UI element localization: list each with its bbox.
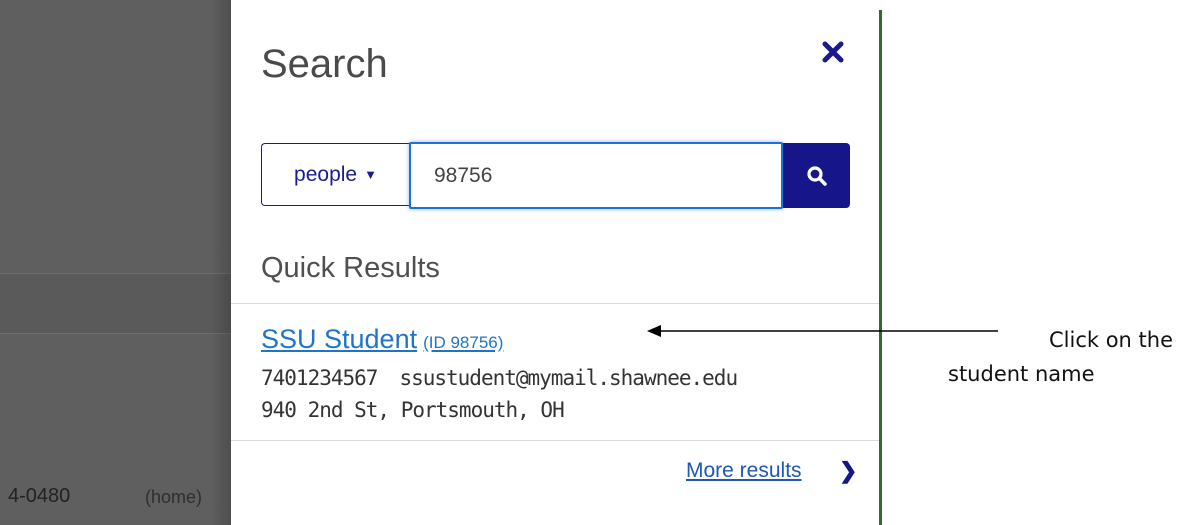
panel-right-border [879, 10, 882, 525]
divider [231, 303, 879, 304]
caret-down-icon: ▼ [364, 167, 377, 182]
divider [231, 440, 879, 441]
annotation-line-2: student name [948, 362, 1095, 386]
annotation-arrow-icon [647, 325, 998, 337]
result-name-text: SSU Student [261, 324, 418, 354]
search-type-dropdown[interactable]: people ▼ [261, 143, 409, 206]
search-input[interactable] [409, 142, 783, 209]
search-button[interactable] [783, 143, 850, 208]
background-divider [0, 273, 231, 274]
close-button[interactable] [817, 38, 849, 70]
more-results-link[interactable]: More results [686, 459, 802, 483]
result-id-label: (ID 98756) [423, 333, 504, 352]
close-icon [822, 41, 844, 63]
background-phone-number: 4-0480 [8, 485, 71, 507]
annotation-line-1: Click on the [1048, 328, 1173, 352]
result-student-name-link[interactable]: SSU Student (ID 98756) [261, 324, 503, 355]
search-type-label: people [294, 162, 358, 186]
search-panel: Search people ▼ Quick Results SSU Studen… [231, 0, 879, 525]
result-address: 940 2nd St, Portsmouth, OH [261, 398, 565, 422]
annotation-text: Click on the student name [948, 323, 1173, 391]
background-row-band [0, 274, 231, 333]
result-phone: 7401234567 [261, 366, 378, 390]
panel-title: Search [261, 42, 388, 86]
background-page-overlay: 4-0480 (home) [0, 0, 231, 525]
quick-results-heading: Quick Results [261, 252, 440, 284]
search-icon [806, 165, 827, 186]
chevron-right-icon[interactable]: ❯ [839, 458, 857, 484]
result-email: ssustudent@mymail.shawnee.edu [399, 366, 738, 390]
panel-shadow [211, 0, 231, 525]
result-contact-line: 7401234567 ssustudent@mymail.shawnee.edu [261, 366, 738, 390]
background-divider [0, 333, 231, 334]
background-phone-type: (home) [145, 487, 203, 507]
